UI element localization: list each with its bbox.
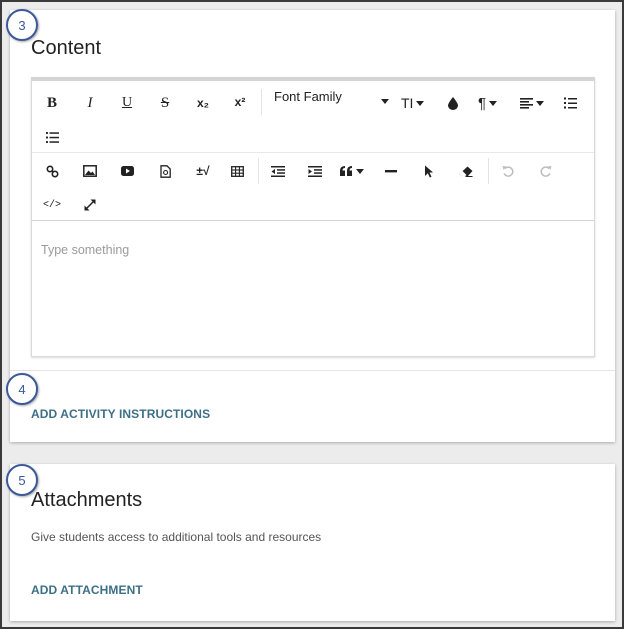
clear-formatting-button[interactable] [453, 159, 479, 183]
toolbar-bottom-border [32, 220, 594, 221]
add-attachment-button[interactable]: ADD ATTACHMENT [31, 583, 143, 597]
attachments-title: Attachments [31, 489, 143, 511]
insert-table-button[interactable] [224, 159, 250, 183]
font-size-caret-icon [416, 100, 425, 106]
toolbar-separator [488, 158, 489, 184]
align-button[interactable] [520, 91, 550, 115]
font-size-button[interactable]: TI [401, 91, 431, 115]
attachments-description: Give students access to additional tools… [31, 530, 322, 544]
step-badge-5: 5 [6, 464, 38, 496]
unordered-list-icon [45, 131, 59, 143]
redo-button[interactable] [533, 159, 559, 183]
paragraph-icon: ¶ [478, 94, 487, 112]
font-family-caret-icon [381, 99, 389, 104]
superscript-button[interactable]: x² [227, 90, 253, 114]
underline-button[interactable]: U [114, 91, 140, 115]
code-icon: </> [42, 199, 61, 211]
insert-link-button[interactable] [39, 159, 65, 183]
insert-file-button[interactable] [152, 159, 178, 183]
select-all-button[interactable] [416, 159, 442, 183]
decrease-indent-button[interactable] [265, 159, 291, 183]
color-drop-icon [448, 96, 458, 110]
quote-button[interactable] [340, 159, 372, 183]
align-caret-icon [536, 100, 544, 106]
italic-button[interactable]: I [77, 91, 103, 115]
toolbar-separator [258, 158, 259, 184]
expand-icon [84, 199, 96, 211]
step-badge-4: 4 [6, 373, 38, 405]
attachments-card: Attachments Give students access to addi… [10, 464, 615, 621]
outdent-icon [271, 165, 285, 177]
ordered-list-icon [563, 97, 577, 109]
quote-icon [340, 166, 352, 176]
toolbar-separator [261, 89, 262, 115]
content-divider [10, 370, 615, 371]
table-icon [230, 165, 244, 177]
ordered-list-button[interactable] [557, 91, 583, 115]
bold-button[interactable]: B [39, 91, 65, 115]
fullscreen-button[interactable] [77, 193, 103, 217]
horizontal-line-button[interactable] [378, 159, 404, 183]
toolbar-row-divider [32, 152, 594, 153]
strikethrough-button[interactable]: S [152, 91, 178, 115]
font-size-label: TI [401, 95, 414, 111]
screenshot-frame: Content B I U S x₂ x² Font Family TI ¶ ±… [0, 0, 624, 629]
insert-video-button[interactable] [114, 159, 140, 183]
align-left-icon [520, 97, 533, 109]
undo-icon [502, 166, 514, 177]
undo-button[interactable] [495, 159, 521, 183]
insert-image-button[interactable] [77, 159, 103, 183]
subscript-button[interactable]: x₂ [190, 91, 216, 115]
redo-icon [540, 166, 552, 177]
file-icon [159, 164, 171, 178]
increase-indent-button[interactable] [302, 159, 328, 183]
eraser-icon [459, 166, 473, 177]
link-icon [45, 164, 59, 178]
text-color-button[interactable] [440, 91, 466, 115]
horizontal-line-icon [385, 169, 397, 172]
cursor-icon [425, 165, 433, 177]
content-title: Content [31, 37, 102, 59]
image-icon [83, 165, 97, 177]
unordered-list-button[interactable] [39, 125, 65, 149]
step-badge-3: 3 [6, 9, 38, 41]
add-activity-instructions-button[interactable]: ADD ACTIVITY INSTRUCTIONS [31, 407, 210, 421]
editor-placeholder[interactable]: Type something [41, 243, 129, 257]
code-view-button[interactable]: </> [39, 193, 65, 217]
paragraph-format-button[interactable]: ¶ [478, 91, 508, 115]
paragraph-caret-icon [489, 100, 498, 106]
content-card: Content B I U S x₂ x² Font Family TI ¶ ±… [10, 10, 615, 442]
rich-text-editor: B I U S x₂ x² Font Family TI ¶ ±√ </> Ty… [31, 77, 595, 357]
video-icon [120, 166, 134, 176]
font-family-select[interactable]: Font Family [274, 89, 342, 104]
indent-icon [308, 165, 322, 177]
special-characters-button[interactable]: ±√ [190, 159, 216, 183]
quote-caret-icon [356, 168, 364, 174]
